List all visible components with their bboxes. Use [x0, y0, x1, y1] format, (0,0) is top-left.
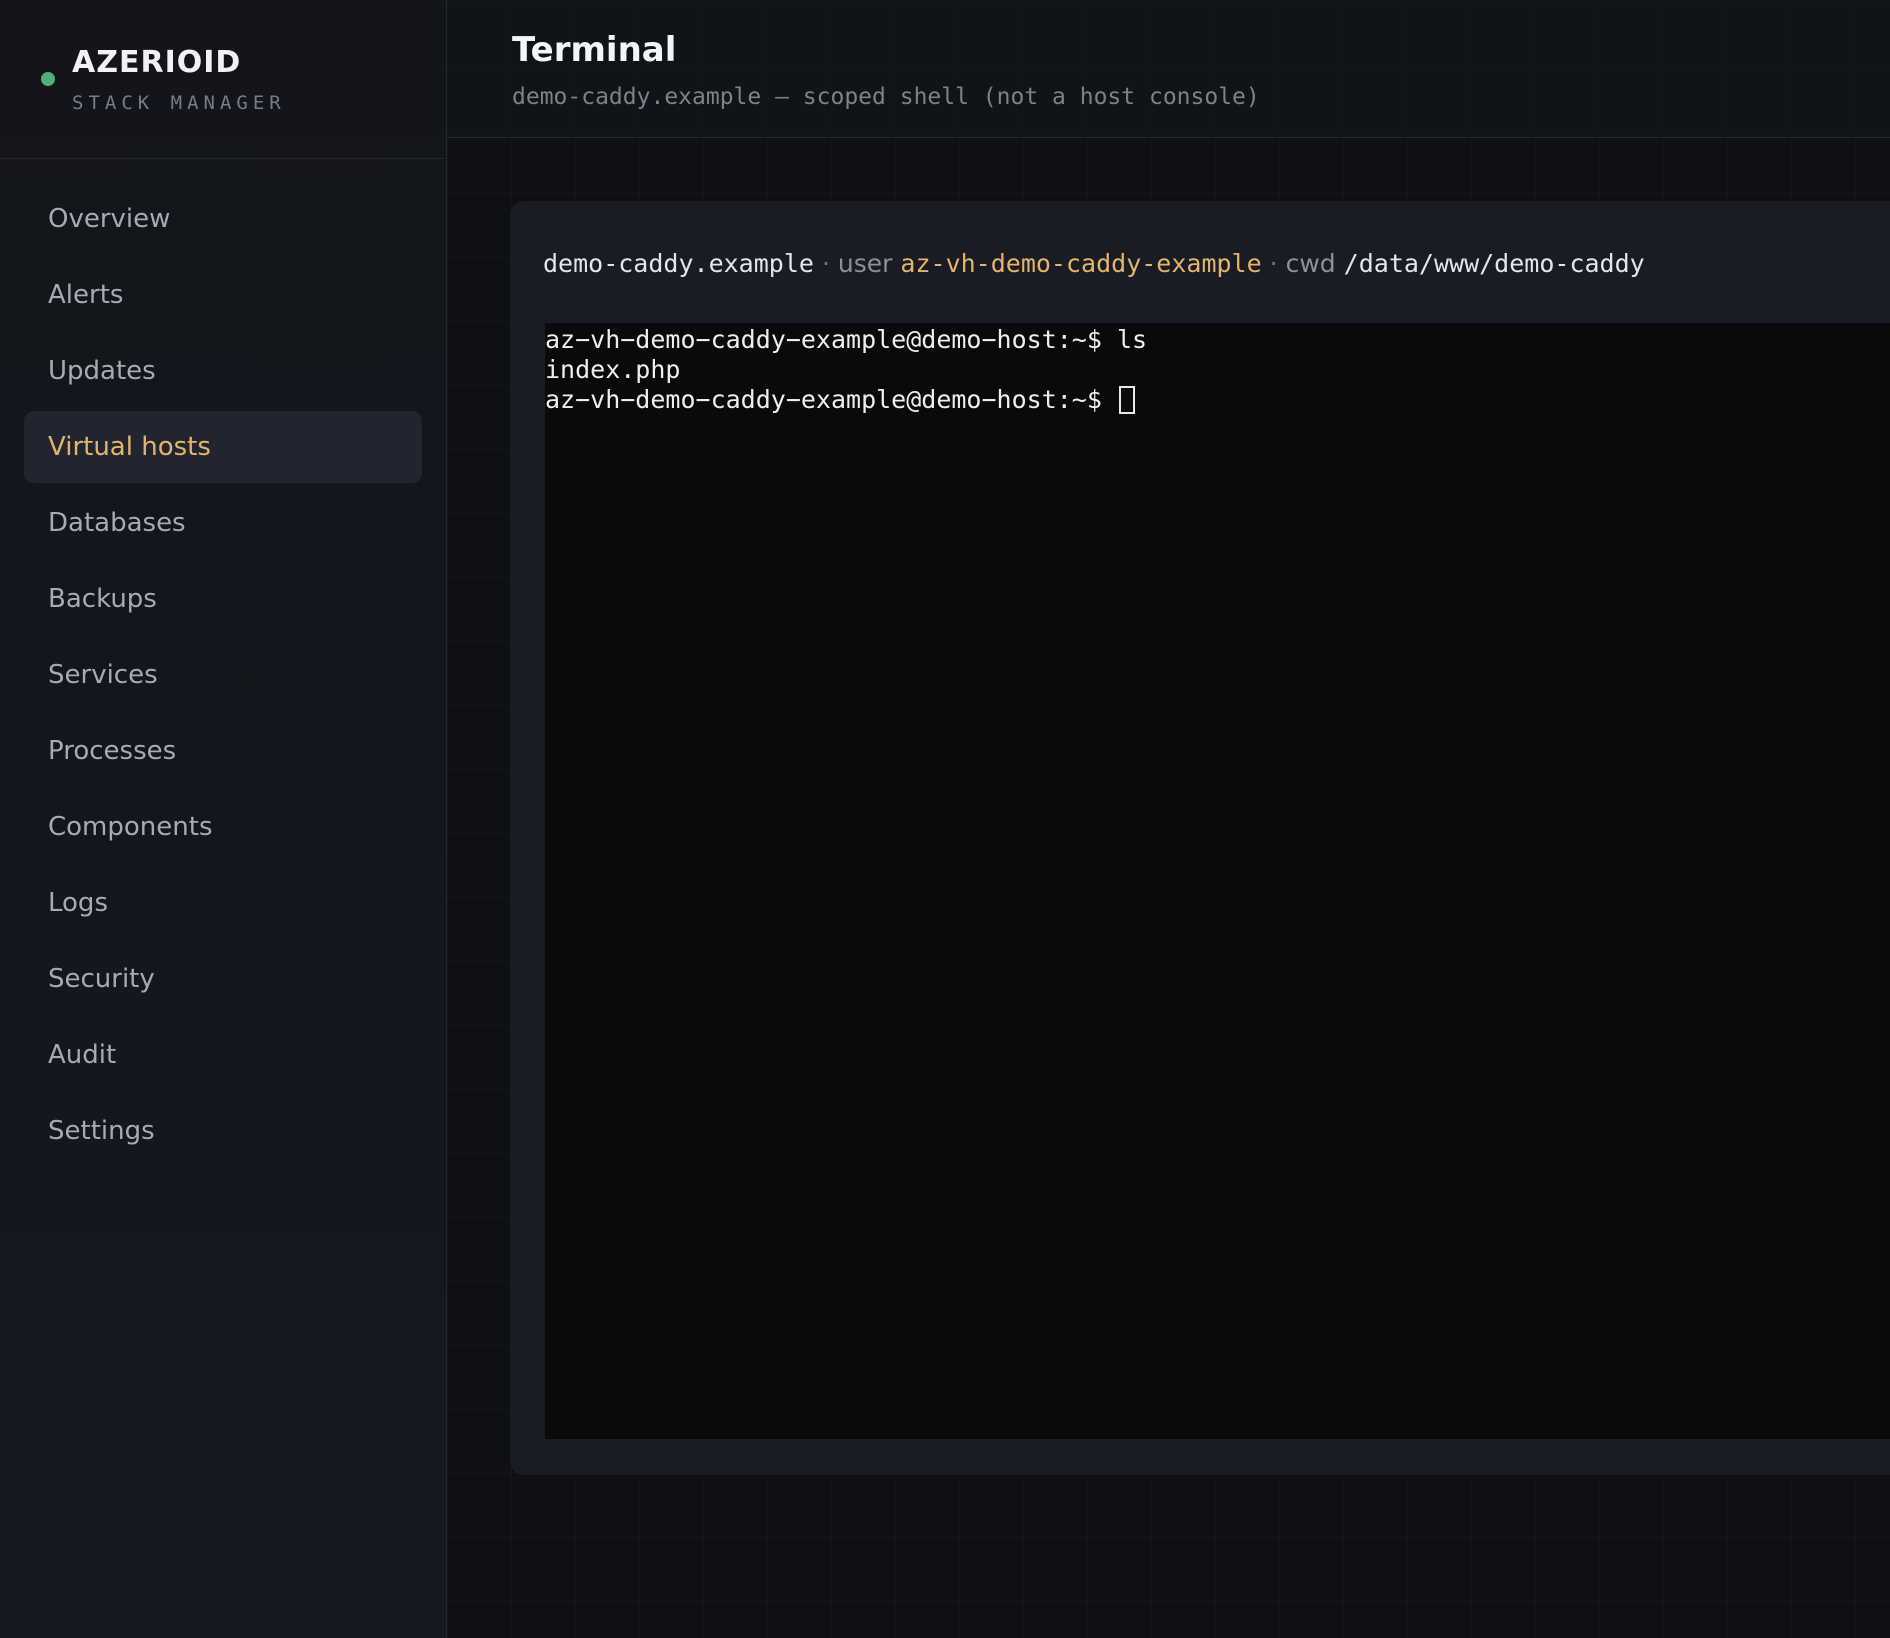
- sidebar-item-audit[interactable]: Audit: [24, 1019, 422, 1091]
- sidebar-item-services[interactable]: Services: [24, 639, 422, 711]
- session-cwd-label: cwd: [1285, 249, 1336, 278]
- session-cwd: /data/www/demo-caddy: [1343, 249, 1645, 278]
- sidebar-item-overview[interactable]: Overview: [24, 183, 422, 255]
- sidebar-item-backups[interactable]: Backups: [24, 563, 422, 635]
- terminal-line: az−vh−demo−caddy−example@demo−host:~$ ls: [545, 325, 1148, 354]
- terminal-prompt: az−vh−demo−caddy−example@demo−host:~$: [545, 385, 1117, 414]
- sidebar-item-alerts[interactable]: Alerts: [24, 259, 422, 331]
- sidebar-nav: Overview Alerts Updates Virtual hosts Da…: [0, 159, 446, 1167]
- brand: AZERIOID STACK MANAGER: [0, 0, 446, 159]
- app: AZERIOID STACK MANAGER Overview Alerts U…: [0, 0, 1890, 1638]
- page-header: Terminal demo-caddy.example — scoped she…: [447, 0, 1890, 138]
- brand-subtitle: STACK MANAGER: [72, 92, 286, 114]
- sidebar-item-virtual-hosts[interactable]: Virtual hosts: [24, 411, 422, 483]
- terminal-line: index.php: [545, 355, 681, 384]
- brand-name: AZERIOID: [72, 45, 242, 80]
- cursor-icon: [1118, 386, 1135, 414]
- sidebar-item-processes[interactable]: Processes: [24, 715, 422, 787]
- terminal-screen[interactable]: az−vh−demo−caddy−example@demo−host:~$ ls…: [545, 323, 1890, 1439]
- sidebar: AZERIOID STACK MANAGER Overview Alerts U…: [0, 0, 447, 1638]
- session-user: az-vh-demo-caddy-example: [900, 249, 1262, 278]
- sidebar-item-security[interactable]: Security: [24, 943, 422, 1015]
- page-title: Terminal: [512, 30, 677, 70]
- terminal-prompt-line: az−vh−demo−caddy−example@demo−host:~$: [545, 385, 1890, 415]
- separator: ·: [1269, 249, 1278, 278]
- terminal-card: demo-caddy.example · user az-vh-demo-cad…: [510, 201, 1890, 1475]
- separator: ·: [821, 249, 830, 278]
- sidebar-item-settings[interactable]: Settings: [24, 1095, 422, 1167]
- sidebar-item-databases[interactable]: Databases: [24, 487, 422, 559]
- sidebar-item-updates[interactable]: Updates: [24, 335, 422, 407]
- sidebar-item-logs[interactable]: Logs: [24, 867, 422, 939]
- main-content: Terminal demo-caddy.example — scoped she…: [447, 0, 1890, 1638]
- session-user-label: user: [837, 249, 893, 278]
- session-host: demo-caddy.example: [543, 249, 814, 278]
- status-dot-icon: [41, 72, 55, 86]
- session-info: demo-caddy.example · user az-vh-demo-cad…: [543, 249, 1645, 285]
- page-subtitle: demo-caddy.example — scoped shell (not a…: [512, 84, 1260, 110]
- sidebar-item-components[interactable]: Components: [24, 791, 422, 863]
